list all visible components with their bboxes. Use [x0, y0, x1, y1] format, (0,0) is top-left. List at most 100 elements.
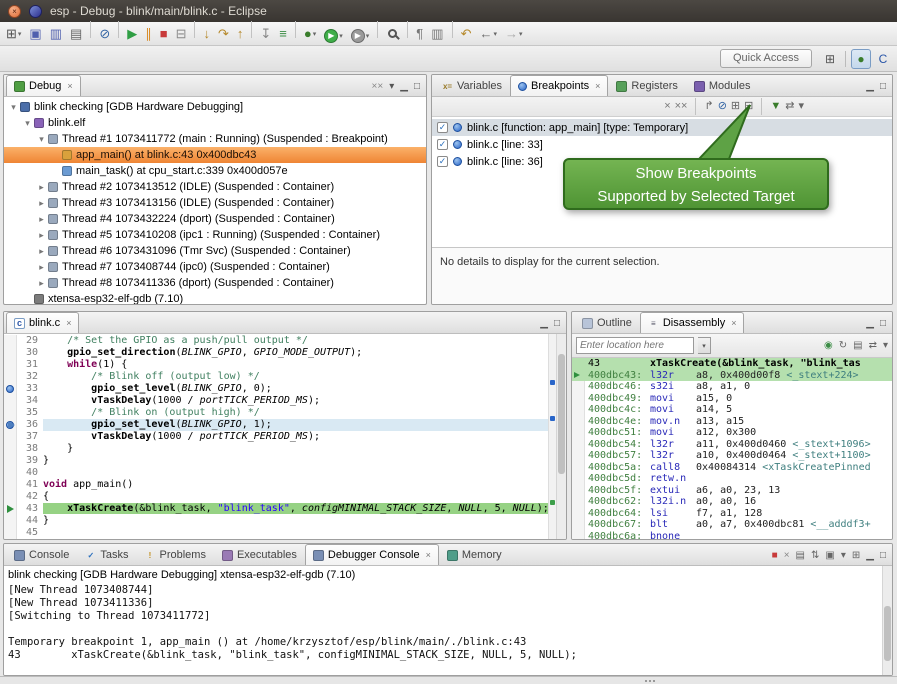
annotation-ruler[interactable] — [4, 395, 17, 407]
tab-debugger-console[interactable]: Debugger Console× — [305, 544, 439, 565]
open-console-icon[interactable]: ⊞ — [852, 551, 860, 561]
tab-breakpoints[interactable]: Breakpoints× — [510, 75, 608, 96]
show-whitespace-icon[interactable]: ¶ — [413, 24, 426, 44]
annotation-ruler[interactable] — [4, 407, 17, 419]
minimize-icon[interactable]: ▁ — [866, 82, 874, 92]
debug-tree-item[interactable]: ▸Thread #7 1073408744 (ipc0) (Suspended … — [4, 259, 426, 275]
debug-launch-tree[interactable]: ▾blink checking [GDB Hardware Debugging]… — [4, 97, 426, 304]
debug-tree-item[interactable]: ▸Thread #4 1073432224 (dport) (Suspended… — [4, 211, 426, 227]
twist-icon[interactable]: ▸ — [36, 230, 47, 241]
cpp-perspective-button[interactable]: C — [873, 49, 893, 69]
debug-tree-item[interactable]: ▸Thread #5 1073410208 (ipc1 : Running) (… — [4, 227, 426, 243]
breakpoint-checkbox[interactable]: ✓ — [437, 156, 448, 167]
pin-console-icon[interactable]: ▣ — [825, 551, 834, 561]
annotation-ruler[interactable] — [4, 443, 17, 455]
close-icon[interactable]: × — [66, 318, 71, 328]
remove-all-breakpoints-icon[interactable]: ×× — [675, 101, 688, 112]
debug-tree-item[interactable]: ▸Thread #8 1073411336 (dport) (Suspended… — [4, 275, 426, 291]
quick-access-button[interactable]: Quick Access — [720, 49, 812, 68]
tab-memory[interactable]: Memory — [439, 544, 510, 565]
annotation-ruler[interactable] — [4, 347, 17, 359]
annotation-ruler[interactable] — [4, 335, 17, 347]
tab-executables[interactable]: Executables — [214, 544, 305, 565]
save-icon[interactable]: ▣ — [26, 24, 44, 44]
disassembly-listing[interactable]: 43xTaskCreate(&blink_task, "blink_tas400… — [572, 358, 892, 539]
show-pc-icon[interactable]: ◉ — [824, 341, 833, 351]
link-with-debug-icon[interactable]: ⇄ — [785, 101, 794, 112]
overview-ruler[interactable] — [548, 334, 556, 539]
maximize-icon[interactable]: □ — [880, 551, 886, 561]
twist-icon[interactable]: ▾ — [36, 134, 47, 145]
tab-outline[interactable]: Outline — [574, 312, 640, 333]
editor-vertical-scrollbar[interactable] — [556, 334, 566, 539]
show-breakpoints-supported-icon[interactable]: ▼ — [770, 101, 781, 112]
twist-icon[interactable]: ▸ — [36, 182, 47, 193]
twist-icon[interactable]: ▾ — [8, 102, 19, 113]
tab-registers[interactable]: Registers — [608, 75, 685, 96]
disconnect-icon[interactable]: ⊟ — [173, 24, 190, 44]
save-all-icon[interactable]: ▥ — [47, 24, 65, 44]
search-icon[interactable] — [383, 24, 402, 44]
close-icon[interactable]: × — [67, 81, 72, 91]
minimize-icon[interactable]: ▁ — [540, 319, 548, 329]
breakpoint-icon[interactable] — [6, 385, 14, 393]
annotation-ruler[interactable] — [4, 503, 17, 515]
debug-perspective-button[interactable]: ● — [851, 49, 871, 69]
debug-tree-item[interactable]: ▸Thread #6 1073431096 (Tmr Svc) (Suspend… — [4, 243, 426, 259]
print-icon[interactable]: ▤ — [67, 24, 85, 44]
twist-icon[interactable]: ▸ — [36, 278, 47, 289]
run-icon[interactable]: ▶▾ — [321, 26, 346, 46]
link-with-active-debug-icon[interactable]: ⇄ — [869, 341, 877, 351]
resume-icon[interactable]: ▶ — [124, 24, 140, 44]
remove-all-terminated-icon[interactable]: ×× — [372, 82, 384, 92]
debug-tree-item[interactable]: ▸Thread #2 1073413512 (IDLE) (Suspended … — [4, 179, 426, 195]
view-menu-icon[interactable]: ▾ — [798, 101, 804, 112]
clear-console-icon[interactable]: ▤ — [796, 551, 805, 561]
debug-tree-item[interactable]: ▾blink checking [GDB Hardware Debugging] — [4, 99, 426, 115]
minimize-icon[interactable]: ▁ — [400, 82, 408, 92]
annotation-ruler[interactable] — [4, 515, 17, 527]
tab-blink-c[interactable]: cblink.c× — [6, 312, 79, 333]
annotation-ruler[interactable] — [4, 491, 17, 503]
twist-icon[interactable]: ▾ — [22, 118, 33, 129]
display-console-icon[interactable]: ▾ — [841, 551, 846, 561]
console-vertical-scrollbar[interactable] — [882, 566, 892, 675]
view-menu-icon[interactable]: ▾ — [883, 341, 888, 351]
annotation-ruler[interactable] — [4, 467, 17, 479]
annotation-ruler[interactable] — [4, 359, 17, 371]
new-wizard-icon[interactable]: ⊞▾ — [3, 24, 24, 44]
drop-to-frame-icon[interactable]: ↧ — [257, 24, 274, 44]
tab-disassembly[interactable]: ≡Disassembly× — [640, 312, 745, 333]
last-edit-location-icon[interactable]: ↶ — [458, 24, 475, 44]
tab-debug[interactable]: Debug× — [6, 75, 81, 96]
location-input[interactable] — [576, 337, 694, 354]
debug-tree-item[interactable]: ▾Thread #1 1073411772 (main : Running) (… — [4, 131, 426, 147]
maximize-icon[interactable]: □ — [554, 319, 560, 329]
annotation-ruler[interactable] — [4, 479, 17, 491]
maximize-icon[interactable]: □ — [880, 319, 886, 329]
scroll-lock-icon[interactable]: ⇅ — [811, 551, 819, 561]
overview-breakpoint-mark[interactable] — [550, 416, 555, 421]
window-close-button[interactable]: × — [8, 5, 21, 18]
overview-breakpoint-mark[interactable] — [550, 380, 555, 385]
annotation-ruler[interactable] — [4, 383, 17, 395]
open-perspective-icon[interactable]: ⊞ — [820, 49, 840, 69]
annotation-ruler[interactable] — [4, 527, 17, 539]
debug-tree-item[interactable]: main_task() at cpu_start.c:339 0x400d057… — [4, 163, 426, 179]
external-tools-icon[interactable]: ▶▾ — [348, 26, 373, 46]
remove-breakpoint-icon[interactable]: × — [664, 101, 670, 112]
breakpoint-checkbox[interactable]: ✓ — [437, 122, 448, 133]
scrollbar-thumb[interactable] — [558, 354, 565, 474]
sash-handle[interactable] — [645, 680, 647, 682]
tab-tasks[interactable]: ✓Tasks — [77, 544, 136, 565]
step-return-icon[interactable]: ↑ — [234, 24, 247, 44]
close-icon[interactable]: × — [595, 81, 600, 91]
location-dropdown-icon[interactable]: ▾ — [698, 337, 711, 354]
breakpoint-checkbox[interactable]: ✓ — [437, 139, 448, 150]
forward-icon[interactable]: →▾ — [502, 24, 526, 44]
code-editor[interactable]: 29 /* Set the GPIO as a push/pull output… — [4, 334, 548, 539]
debug-icon[interactable]: ●▾ — [301, 24, 319, 44]
refresh-icon[interactable]: ↻ — [839, 341, 847, 351]
show-source-icon[interactable]: ▤ — [853, 341, 862, 351]
twist-icon[interactable]: ▸ — [36, 214, 47, 225]
